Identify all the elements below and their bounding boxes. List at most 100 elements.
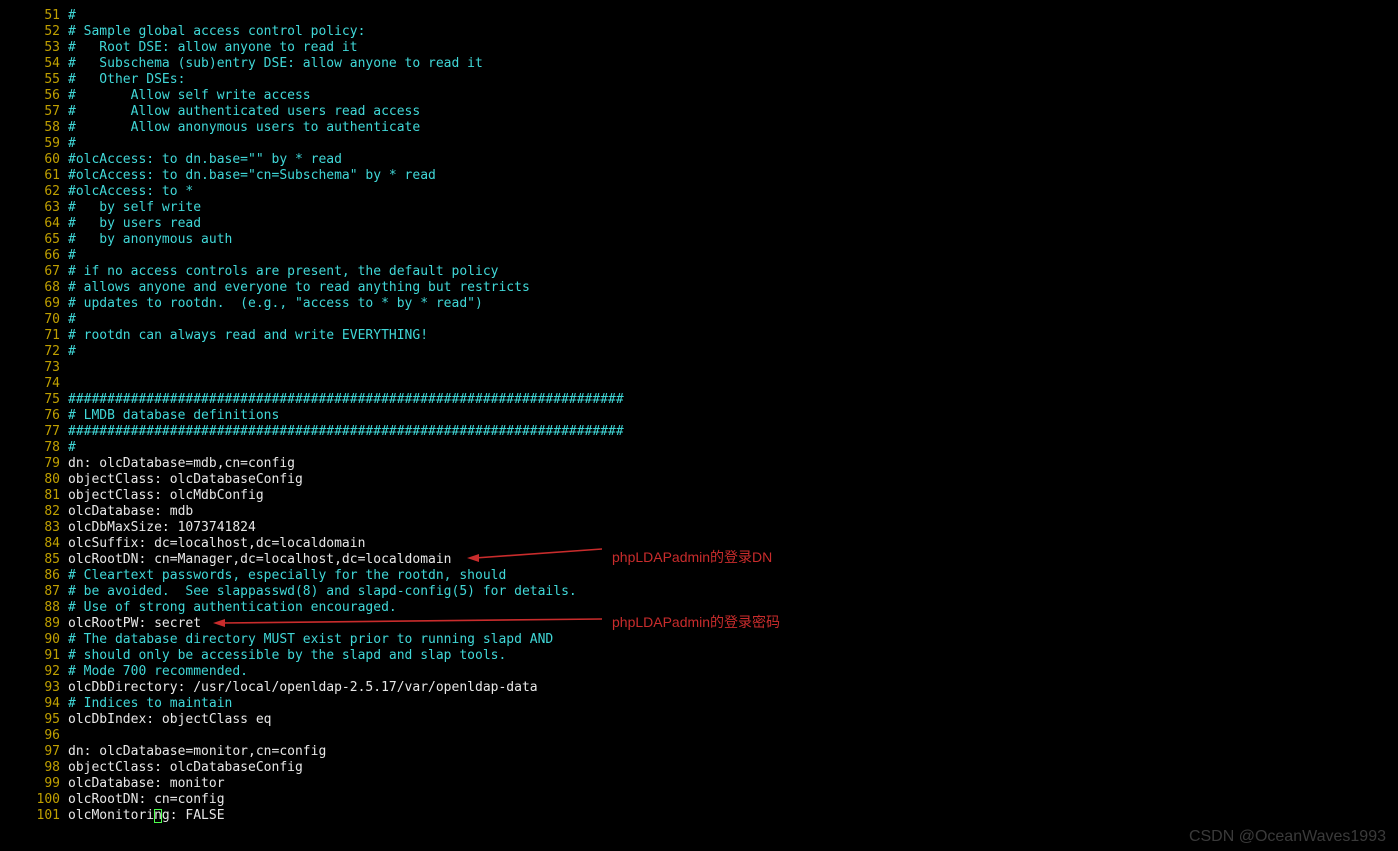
code-line[interactable]: 66# <box>0 248 1398 264</box>
code-text: olcDbMaxSize: 1073741824 <box>68 520 256 536</box>
code-text: # Indices to maintain <box>68 696 232 712</box>
code-line[interactable]: 59# <box>0 136 1398 152</box>
code-text: # Other DSEs: <box>68 72 185 88</box>
watermark: CSDN @OceanWaves1993 <box>1189 829 1386 845</box>
code-text: dn: olcDatabase=mdb,cn=config <box>68 456 295 472</box>
code-text: # should only be accessible by the slapd… <box>68 648 506 664</box>
code-line[interactable]: 62#olcAccess: to * <box>0 184 1398 200</box>
code-line[interactable]: 90# The database directory MUST exist pr… <box>0 632 1398 648</box>
code-line[interactable]: 72# <box>0 344 1398 360</box>
code-line[interactable]: 61#olcAccess: to dn.base="cn=Subschema" … <box>0 168 1398 184</box>
line-number: 92 <box>0 664 68 680</box>
line-number: 57 <box>0 104 68 120</box>
line-number: 64 <box>0 216 68 232</box>
code-line[interactable]: 101olcMonitoring: FALSE <box>0 808 1398 824</box>
line-number: 59 <box>0 136 68 152</box>
line-number: 100 <box>0 792 68 808</box>
code-text: # Allow anonymous users to authenticate <box>68 120 420 136</box>
code-line[interactable]: 55# Other DSEs: <box>0 72 1398 88</box>
code-line[interactable]: 52# Sample global access control policy: <box>0 24 1398 40</box>
line-number: 55 <box>0 72 68 88</box>
code-line[interactable]: 83olcDbMaxSize: 1073741824 <box>0 520 1398 536</box>
code-line[interactable]: 84olcSuffix: dc=localhost,dc=localdomain <box>0 536 1398 552</box>
code-text: # <box>68 136 76 152</box>
code-text: # rootdn can always read and write EVERY… <box>68 328 428 344</box>
line-number: 77 <box>0 424 68 440</box>
code-text: # allows anyone and everyone to read any… <box>68 280 530 296</box>
line-number: 75 <box>0 392 68 408</box>
code-line[interactable]: 96 <box>0 728 1398 744</box>
code-text: olcRootDN: cn=config <box>68 792 225 808</box>
code-text: # by users read <box>68 216 201 232</box>
code-line[interactable]: 77######################################… <box>0 424 1398 440</box>
line-number: 51 <box>0 8 68 24</box>
code-line[interactable]: 78# <box>0 440 1398 456</box>
code-line[interactable]: 99olcDatabase: monitor <box>0 776 1398 792</box>
code-line[interactable]: 88# Use of strong authentication encoura… <box>0 600 1398 616</box>
code-text: # Mode 700 recommended. <box>68 664 248 680</box>
code-line[interactable]: 64# by users read <box>0 216 1398 232</box>
code-text: #olcAccess: to dn.base="cn=Subschema" by… <box>68 168 436 184</box>
code-text: # <box>68 344 76 360</box>
code-text: olcDatabase: mdb <box>68 504 193 520</box>
code-line[interactable]: 89olcRootPW: secret <box>0 616 1398 632</box>
code-line[interactable]: 95olcDbIndex: objectClass eq <box>0 712 1398 728</box>
code-text: # The database directory MUST exist prio… <box>68 632 553 648</box>
line-number: 72 <box>0 344 68 360</box>
code-line[interactable]: 57# Allow authenticated users read acces… <box>0 104 1398 120</box>
code-line[interactable]: 70# <box>0 312 1398 328</box>
code-line[interactable]: 56# Allow self write access <box>0 88 1398 104</box>
code-line[interactable]: 85olcRootDN: cn=Manager,dc=localhost,dc=… <box>0 552 1398 568</box>
line-number: 90 <box>0 632 68 648</box>
code-text: # Sample global access control policy: <box>68 24 365 40</box>
cursor <box>154 809 162 823</box>
code-line[interactable]: 97dn: olcDatabase=monitor,cn=config <box>0 744 1398 760</box>
code-line[interactable]: 100olcRootDN: cn=config <box>0 792 1398 808</box>
code-line[interactable]: 92# Mode 700 recommended. <box>0 664 1398 680</box>
code-line[interactable]: 82olcDatabase: mdb <box>0 504 1398 520</box>
code-line[interactable]: 79dn: olcDatabase=mdb,cn=config <box>0 456 1398 472</box>
code-line[interactable]: 86# Cleartext passwords, especially for … <box>0 568 1398 584</box>
code-line[interactable]: 51# <box>0 8 1398 24</box>
code-line[interactable]: 60#olcAccess: to dn.base="" by * read <box>0 152 1398 168</box>
line-number: 88 <box>0 600 68 616</box>
code-line[interactable]: 87# be avoided. See slappasswd(8) and sl… <box>0 584 1398 600</box>
code-line[interactable]: 68# allows anyone and everyone to read a… <box>0 280 1398 296</box>
code-line[interactable]: 67# if no access controls are present, t… <box>0 264 1398 280</box>
code-text: # <box>68 248 76 264</box>
code-line[interactable]: 98objectClass: olcDatabaseConfig <box>0 760 1398 776</box>
code-text: # Root DSE: allow anyone to read it <box>68 40 358 56</box>
code-line[interactable]: 73 <box>0 360 1398 376</box>
code-text: # Use of strong authentication encourage… <box>68 600 397 616</box>
code-text: # Cleartext passwords, especially for th… <box>68 568 506 584</box>
code-line[interactable]: 54# Subschema (sub)entry DSE: allow anyo… <box>0 56 1398 72</box>
code-line[interactable]: 69# updates to rootdn. (e.g., "access to… <box>0 296 1398 312</box>
code-line[interactable]: 91# should only be accessible by the sla… <box>0 648 1398 664</box>
code-line[interactable]: 75######################################… <box>0 392 1398 408</box>
code-text: # <box>68 312 76 328</box>
code-line[interactable]: 93olcDbDirectory: /usr/local/openldap-2.… <box>0 680 1398 696</box>
line-number: 81 <box>0 488 68 504</box>
code-line[interactable]: 81objectClass: olcMdbConfig <box>0 488 1398 504</box>
code-text: olcRootPW: secret <box>68 616 201 632</box>
code-editor[interactable]: 51#52# Sample global access control poli… <box>0 0 1398 824</box>
line-number: 80 <box>0 472 68 488</box>
line-number: 61 <box>0 168 68 184</box>
line-number: 101 <box>0 808 68 824</box>
line-number: 67 <box>0 264 68 280</box>
code-line[interactable]: 63# by self write <box>0 200 1398 216</box>
line-number: 99 <box>0 776 68 792</box>
code-line[interactable]: 65# by anonymous auth <box>0 232 1398 248</box>
code-line[interactable]: 71# rootdn can always read and write EVE… <box>0 328 1398 344</box>
code-line[interactable]: 74 <box>0 376 1398 392</box>
code-line[interactable]: 94# Indices to maintain <box>0 696 1398 712</box>
line-number: 84 <box>0 536 68 552</box>
line-number: 70 <box>0 312 68 328</box>
code-text: # <box>68 8 76 24</box>
code-line[interactable]: 80objectClass: olcDatabaseConfig <box>0 472 1398 488</box>
code-line[interactable]: 53# Root DSE: allow anyone to read it <box>0 40 1398 56</box>
line-number: 85 <box>0 552 68 568</box>
line-number: 60 <box>0 152 68 168</box>
code-line[interactable]: 76# LMDB database definitions <box>0 408 1398 424</box>
code-line[interactable]: 58# Allow anonymous users to authenticat… <box>0 120 1398 136</box>
